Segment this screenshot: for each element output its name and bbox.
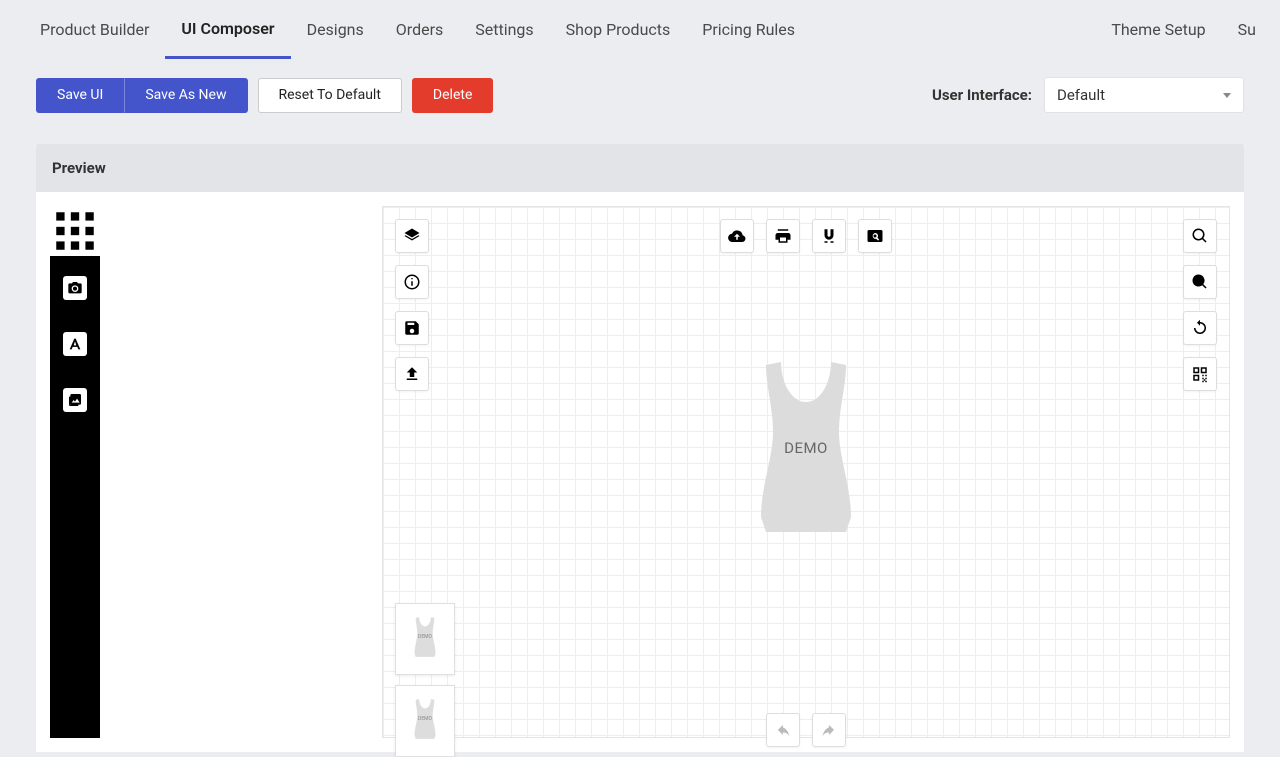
ui-select[interactable]: Default	[1044, 77, 1244, 113]
nav-left: Product Builder UI Composer Designs Orde…	[24, 0, 811, 59]
image-icon[interactable]	[63, 388, 87, 412]
delete-button[interactable]: Delete	[412, 78, 493, 113]
save-ui-button[interactable]: Save UI	[36, 78, 124, 113]
canvas-tools-left	[395, 219, 429, 391]
canvas-tools-top	[720, 219, 892, 253]
reset-button[interactable]: Reset To Default	[258, 78, 402, 113]
nav-ui-composer[interactable]: UI Composer	[165, 0, 290, 59]
action-toolbar: Save UI Save As New Reset To Default Del…	[0, 59, 1280, 113]
view-thumbnails: DEMO DEMO	[395, 603, 455, 757]
undo-icon[interactable]	[766, 713, 800, 747]
product-preview: DEMO	[751, 357, 861, 537]
nav-shop-products[interactable]: Shop Products	[550, 0, 687, 59]
ui-select-value: Default	[1057, 86, 1105, 104]
left-rail	[50, 206, 100, 738]
thumb-label: DEMO	[411, 634, 439, 640]
nav-designs[interactable]: Designs	[291, 0, 380, 59]
save-icon[interactable]	[395, 311, 429, 345]
nav-right: Theme Setup Su	[1095, 0, 1256, 59]
nav-settings[interactable]: Settings	[459, 0, 549, 59]
preview-header: Preview	[36, 144, 1244, 192]
top-nav: Product Builder UI Composer Designs Orde…	[0, 0, 1280, 59]
nav-theme-setup[interactable]: Theme Setup	[1095, 0, 1221, 59]
magnet-icon[interactable]	[812, 219, 846, 253]
refresh-icon[interactable]	[1183, 311, 1217, 345]
toolbar-left: Save UI Save As New Reset To Default Del…	[36, 78, 493, 113]
redo-icon[interactable]	[812, 713, 846, 747]
info-icon[interactable]	[395, 265, 429, 299]
thumb-back[interactable]: DEMO	[395, 685, 455, 757]
apps-icon[interactable]	[50, 206, 100, 256]
upload-icon[interactable]	[395, 357, 429, 391]
nav-su[interactable]: Su	[1222, 0, 1256, 59]
nav-pricing-rules[interactable]: Pricing Rules	[686, 0, 811, 59]
design-canvas[interactable]: DEMO DEMO DEMO	[382, 206, 1230, 738]
cloud-upload-icon[interactable]	[720, 219, 754, 253]
canvas-tools-bottom	[766, 713, 846, 747]
left-rail-dark	[50, 256, 100, 738]
nav-product-builder[interactable]: Product Builder	[24, 0, 165, 59]
demo-label: DEMO	[751, 439, 861, 457]
thumb-front[interactable]: DEMO	[395, 603, 455, 675]
thumb-label: DEMO	[411, 716, 439, 722]
camera-icon[interactable]	[63, 276, 87, 300]
layers-icon[interactable]	[395, 219, 429, 253]
save-group: Save UI Save As New	[36, 78, 248, 113]
tool-panel-gap	[116, 206, 366, 738]
nav-orders[interactable]: Orders	[380, 0, 459, 59]
toolbar-right: User Interface: Default	[932, 77, 1244, 113]
pageview-icon[interactable]	[858, 219, 892, 253]
chevron-down-icon	[1223, 93, 1231, 98]
preview-body: DEMO DEMO DEMO	[36, 192, 1244, 752]
search-icon[interactable]	[1183, 219, 1217, 253]
canvas-tools-right	[1183, 219, 1217, 391]
zoom-in-icon[interactable]	[1183, 265, 1217, 299]
qr-icon[interactable]	[1183, 357, 1217, 391]
print-icon[interactable]	[766, 219, 800, 253]
save-as-new-button[interactable]: Save As New	[124, 78, 247, 113]
ui-label: User Interface:	[932, 86, 1032, 104]
text-icon[interactable]	[63, 332, 87, 356]
